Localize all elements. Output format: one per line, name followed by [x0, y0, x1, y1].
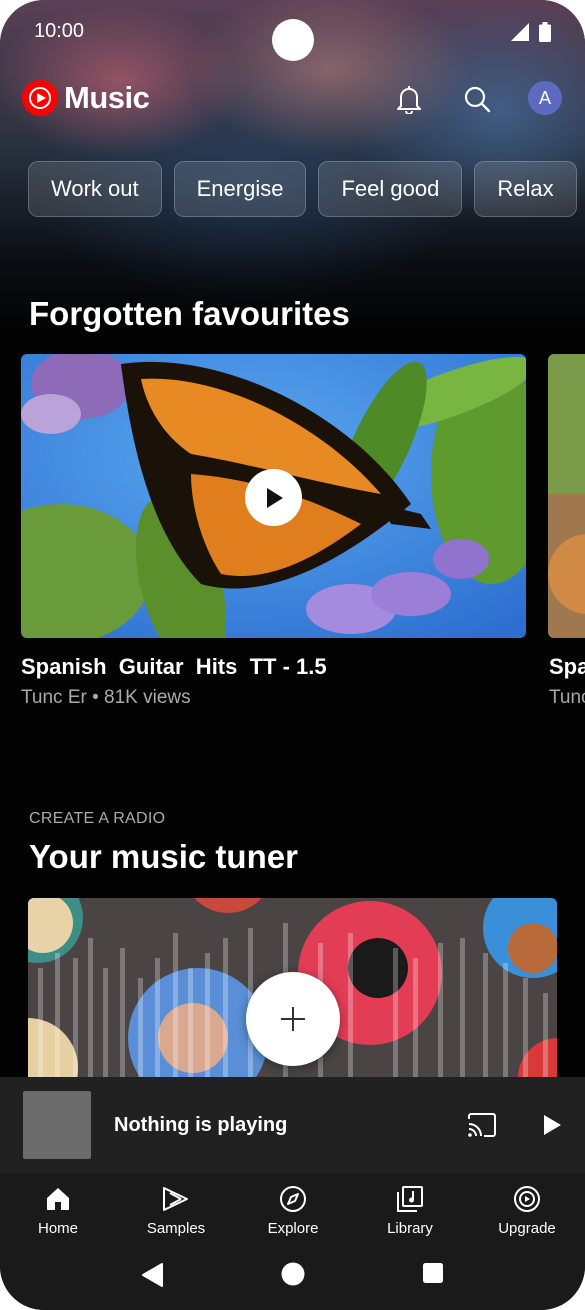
app-logo[interactable]: Music: [22, 80, 150, 116]
notifications-button[interactable]: [392, 82, 426, 116]
video-subtitle: Tunc Er • 81K views: [21, 687, 191, 708]
system-back-button[interactable]: [140, 1262, 166, 1288]
chip-relax[interactable]: Relax: [474, 161, 577, 217]
mood-chips: Work out Energise Feel good Relax: [28, 161, 577, 217]
chip-feel-good[interactable]: Feel good: [318, 161, 463, 217]
cast-icon: [468, 1113, 496, 1137]
battery-icon: [539, 22, 551, 42]
play-video-button[interactable]: [245, 469, 302, 526]
nav-label-explore: Explore: [267, 1220, 319, 1237]
partial-thumbnail-image: [548, 354, 585, 638]
system-home-button[interactable]: [281, 1262, 307, 1288]
logo-text: Music: [64, 80, 150, 115]
play-icon: [544, 1115, 561, 1135]
nav-item-library[interactable]: Library: [365, 1184, 455, 1237]
bell-icon: [397, 86, 421, 114]
section-title-tuner: Your music tuner: [29, 838, 298, 875]
nav-item-home[interactable]: Home: [13, 1184, 103, 1237]
upgrade-icon: [512, 1184, 542, 1214]
video-title[interactable]: Spanish Guitar Hits TT - 1.5: [21, 654, 327, 680]
next-video-thumbnail[interactable]: [548, 354, 585, 638]
nav-label-library: Library: [387, 1220, 433, 1237]
signal-icon: [511, 23, 529, 41]
cast-button[interactable]: [466, 1111, 498, 1139]
phone-screen: 10:00 Music A Work out Energise Feel goo…: [0, 0, 585, 1310]
plus-icon: [281, 1007, 305, 1031]
tuner-eyebrow: CREATE A RADIO: [29, 810, 166, 827]
library-icon: [395, 1184, 425, 1214]
youtube-music-logo-icon: [22, 80, 58, 116]
mini-player-play-button[interactable]: [540, 1113, 564, 1137]
mini-player-title: Nothing is playing: [114, 1114, 288, 1136]
system-recents-button[interactable]: [422, 1262, 448, 1288]
nav-item-upgrade[interactable]: Upgrade: [482, 1184, 572, 1237]
search-button[interactable]: [460, 82, 494, 116]
nav-item-explore[interactable]: Explore: [248, 1184, 338, 1237]
chip-work-out[interactable]: Work out: [28, 161, 162, 217]
status-time: 10:00: [34, 20, 85, 42]
home-circle-icon: [281, 1262, 305, 1286]
chip-energise[interactable]: Energise: [173, 161, 307, 217]
nav-label-upgrade: Upgrade: [498, 1220, 556, 1237]
nav-label-home: Home: [37, 1220, 78, 1237]
nav-item-samples[interactable]: Samples: [131, 1184, 221, 1237]
section-title-forgotten: Forgotten favourites: [29, 295, 350, 332]
back-icon: [142, 1263, 163, 1287]
play-icon: [266, 487, 283, 508]
recents-icon: [423, 1263, 443, 1283]
create-radio-button[interactable]: [246, 972, 340, 1066]
mini-player-artwork: [23, 1091, 91, 1159]
status-icons: [511, 22, 551, 42]
home-icon: [43, 1184, 73, 1214]
search-icon: [464, 86, 491, 113]
nav-label-samples: Samples: [146, 1220, 206, 1237]
camera-cutout: [272, 19, 314, 61]
next-video-title[interactable]: Spa: [549, 654, 585, 680]
next-video-subtitle: Tunc: [549, 687, 585, 708]
avatar[interactable]: A: [528, 81, 562, 115]
samples-icon: [161, 1184, 191, 1214]
compass-icon: [278, 1184, 308, 1214]
